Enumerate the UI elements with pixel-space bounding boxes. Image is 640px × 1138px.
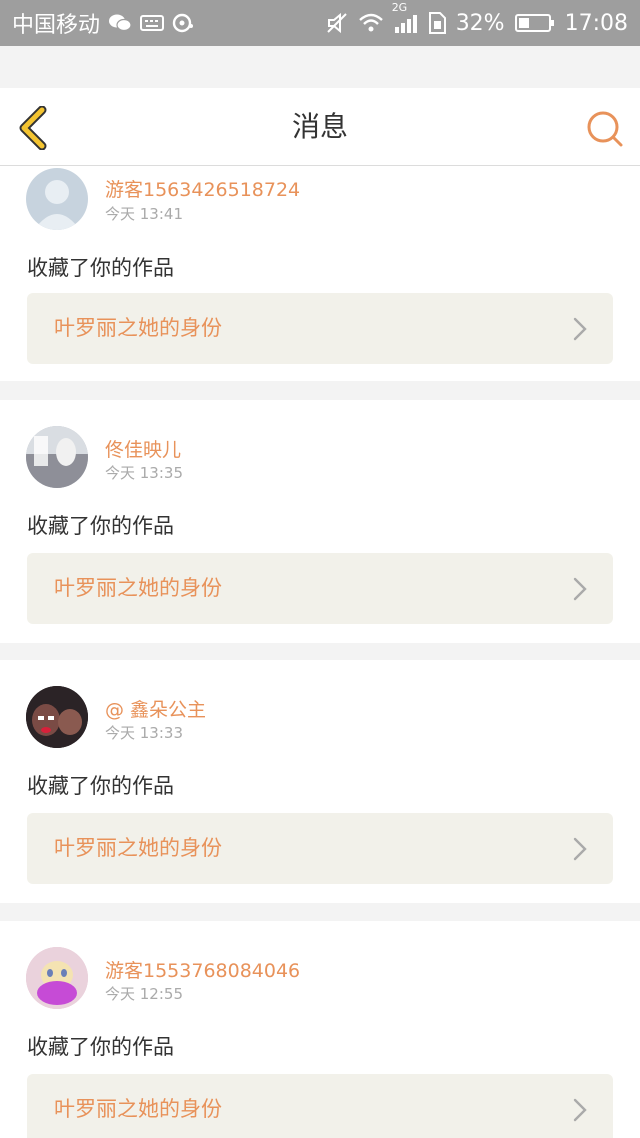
network-type-label: 2G: [391, 1, 408, 14]
avatar[interactable]: [26, 426, 88, 488]
chevron-right-icon: [573, 577, 587, 601]
media-icon: [172, 13, 194, 33]
battery-icon: [514, 13, 555, 33]
user-name[interactable]: 佟佳映儿: [105, 435, 181, 462]
message-card: 游客1563426518724 今天 13:41 收藏了你的作品 叶罗丽之她的身…: [0, 166, 640, 381]
status-bar: 中国移动 2G 32% 17:08: [0, 0, 640, 46]
work-link[interactable]: 叶罗丽之她的身份: [27, 553, 613, 624]
wechat-icon: [108, 13, 132, 33]
signal-icon: 2G: [392, 1, 418, 33]
message-list[interactable]: 游客1563426518724 今天 13:41 收藏了你的作品 叶罗丽之她的身…: [0, 166, 640, 1138]
carrier-label: 中国移动: [12, 13, 101, 38]
battery-percent: 32%: [455, 10, 505, 36]
status-gap: [0, 46, 640, 88]
search-button[interactable]: [586, 110, 624, 148]
clock: 17:08: [564, 10, 628, 36]
work-title: 叶罗丽之她的身份: [54, 576, 222, 600]
avatar[interactable]: [26, 168, 88, 230]
back-button[interactable]: [14, 105, 54, 151]
mute-icon: [326, 12, 348, 34]
message-card: 游客1553768084046 今天 12:55 收藏了你的作品 叶罗丽之她的身…: [0, 921, 640, 1138]
chevron-right-icon: [573, 1098, 587, 1122]
message-action: 收藏了你的作品: [27, 1035, 174, 1059]
message-time: 今天 13:41: [105, 205, 183, 223]
work-title: 叶罗丽之她的身份: [54, 1097, 222, 1121]
avatar[interactable]: [26, 947, 88, 1009]
message-time: 今天 12:55: [105, 985, 183, 1003]
page-title: 消息: [291, 110, 348, 143]
search-icon: [587, 111, 623, 147]
chevron-right-icon: [573, 837, 587, 861]
chevron-left-icon: [19, 105, 47, 151]
message-time: 今天 13:33: [105, 724, 183, 742]
message-action: 收藏了你的作品: [27, 514, 174, 538]
message-action: 收藏了你的作品: [27, 256, 174, 280]
work-title: 叶罗丽之她的身份: [54, 316, 222, 340]
message-action: 收藏了你的作品: [27, 774, 174, 798]
message-card: @ 鑫朵公主 今天 13:33 收藏了你的作品 叶罗丽之她的身份: [0, 660, 640, 903]
sim-icon: [428, 12, 446, 34]
keyboard-icon: [140, 15, 165, 31]
avatar[interactable]: [26, 686, 88, 748]
chevron-right-icon: [573, 317, 587, 341]
message-time: 今天 13:35: [105, 464, 183, 482]
top-nav-bar: 消息: [0, 88, 640, 166]
work-link[interactable]: 叶罗丽之她的身份: [27, 1074, 613, 1138]
work-link[interactable]: 叶罗丽之她的身份: [27, 293, 613, 364]
message-card: 佟佳映儿 今天 13:35 收藏了你的作品 叶罗丽之她的身份: [0, 400, 640, 643]
wifi-icon: [358, 13, 384, 33]
user-name[interactable]: 游客1553768084046: [105, 956, 300, 983]
work-link[interactable]: 叶罗丽之她的身份: [27, 813, 613, 884]
work-title: 叶罗丽之她的身份: [54, 836, 222, 860]
user-name[interactable]: 游客1563426518724: [105, 175, 300, 202]
user-name[interactable]: @ 鑫朵公主: [105, 695, 206, 722]
